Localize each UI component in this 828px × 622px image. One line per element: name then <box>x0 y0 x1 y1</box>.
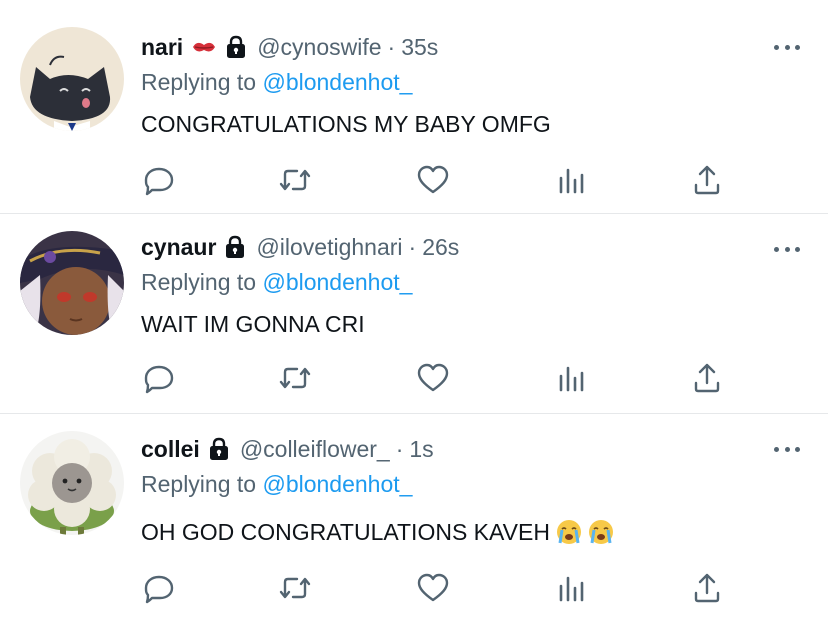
like-button[interactable] <box>415 360 451 396</box>
tweet-text: CONGRATULATIONS MY BABY OMFG <box>141 107 808 141</box>
separator: · <box>387 33 396 60</box>
avatar[interactable] <box>20 27 124 131</box>
lock-icon <box>225 35 247 59</box>
tweet-text-content: WAIT IM GONNA CRI <box>141 311 365 337</box>
analytics-button[interactable] <box>553 162 589 198</box>
replying-to-line: Replying to @blondenhot_ <box>141 265 808 299</box>
like-button[interactable] <box>415 570 451 606</box>
reply-button[interactable] <box>141 162 177 198</box>
retweet-icon <box>279 367 311 389</box>
more-icon[interactable] <box>774 43 800 51</box>
display-name[interactable]: nari <box>141 34 183 61</box>
replying-prefix: Replying to <box>141 269 257 295</box>
retweet-button[interactable] <box>277 360 313 396</box>
action-bar <box>141 570 731 606</box>
timestamp[interactable]: 35s <box>401 34 438 61</box>
retweet-button[interactable] <box>277 570 313 606</box>
tweet[interactable]: cynaur @ilovetighnari · 26s Replying to … <box>0 214 828 414</box>
kiss-mark-icon <box>191 38 217 56</box>
user-handle[interactable]: @colleiflower_ <box>240 436 390 463</box>
display-name[interactable]: collei <box>141 436 200 463</box>
user-handle[interactable]: @ilovetighnari <box>256 234 402 261</box>
loudly-crying-face-icon <box>556 519 582 545</box>
tweet-text: OH GOD CONGRATULATIONS KAVEH <box>141 515 808 549</box>
action-bar <box>141 360 731 396</box>
tweet-body: collei @colleiflower_ · 1s Replying to @… <box>141 432 808 549</box>
tweet-body: cynaur @ilovetighnari · 26s Replying to … <box>141 230 808 341</box>
replying-prefix: Replying to <box>141 471 257 497</box>
share-icon <box>694 363 720 393</box>
analytics-button[interactable] <box>553 360 589 396</box>
tweet[interactable]: nari @cynoswife · 35s Replying to @blond… <box>0 0 828 214</box>
retweet-button[interactable] <box>277 162 313 198</box>
share-icon <box>694 165 720 195</box>
tweet-text: WAIT IM GONNA CRI <box>141 307 808 341</box>
like-icon <box>417 573 449 602</box>
reply-button[interactable] <box>141 570 177 606</box>
tweet-text-content: CONGRATULATIONS MY BABY OMFG <box>141 111 551 137</box>
share-button[interactable] <box>689 360 725 396</box>
tweet-header: collei @colleiflower_ · 1s <box>141 432 808 466</box>
lock-icon <box>208 437 230 461</box>
tweet[interactable]: collei @colleiflower_ · 1s Replying to @… <box>0 414 828 622</box>
reply-icon <box>144 575 174 604</box>
reply-button[interactable] <box>141 360 177 396</box>
reply-icon <box>144 365 174 394</box>
like-icon <box>417 363 449 392</box>
analytics-icon <box>559 366 584 392</box>
like-button[interactable] <box>415 162 451 198</box>
timestamp[interactable]: 26s <box>422 234 459 261</box>
replying-to-line: Replying to @blondenhot_ <box>141 65 808 99</box>
replying-to-link[interactable]: @blondenhot_ <box>262 269 412 295</box>
loudly-crying-face-icon <box>588 519 614 545</box>
share-button[interactable] <box>689 162 725 198</box>
retweet-icon <box>279 577 311 599</box>
replying-to-link[interactable]: @blondenhot_ <box>262 69 412 95</box>
tweet-text-content: OH GOD CONGRATULATIONS KAVEH <box>141 519 550 545</box>
tweet-header: nari @cynoswife · 35s <box>141 30 808 64</box>
reply-icon <box>144 167 174 196</box>
tweet-header: cynaur @ilovetighnari · 26s <box>141 230 808 264</box>
share-icon <box>694 573 720 603</box>
separator: · <box>395 435 404 462</box>
separator: · <box>408 233 417 260</box>
avatar[interactable] <box>20 231 124 335</box>
timestamp[interactable]: 1s <box>409 436 433 463</box>
replying-to-line: Replying to @blondenhot_ <box>141 467 808 501</box>
user-handle[interactable]: @cynoswife <box>257 34 381 61</box>
more-icon[interactable] <box>774 445 800 453</box>
like-icon <box>417 165 449 194</box>
analytics-icon <box>559 168 584 194</box>
more-icon[interactable] <box>774 245 800 253</box>
replying-to-link[interactable]: @blondenhot_ <box>262 471 412 497</box>
reply-feed: nari @cynoswife · 35s Replying to @blond… <box>0 0 828 622</box>
action-bar <box>141 162 731 198</box>
lock-icon <box>224 235 246 259</box>
share-button[interactable] <box>689 570 725 606</box>
replying-prefix: Replying to <box>141 69 257 95</box>
tweet-body: nari @cynoswife · 35s Replying to @blond… <box>141 30 808 141</box>
analytics-icon <box>559 576 584 602</box>
avatar[interactable] <box>20 431 124 535</box>
retweet-icon <box>279 169 311 191</box>
analytics-button[interactable] <box>553 570 589 606</box>
display-name[interactable]: cynaur <box>141 234 216 261</box>
